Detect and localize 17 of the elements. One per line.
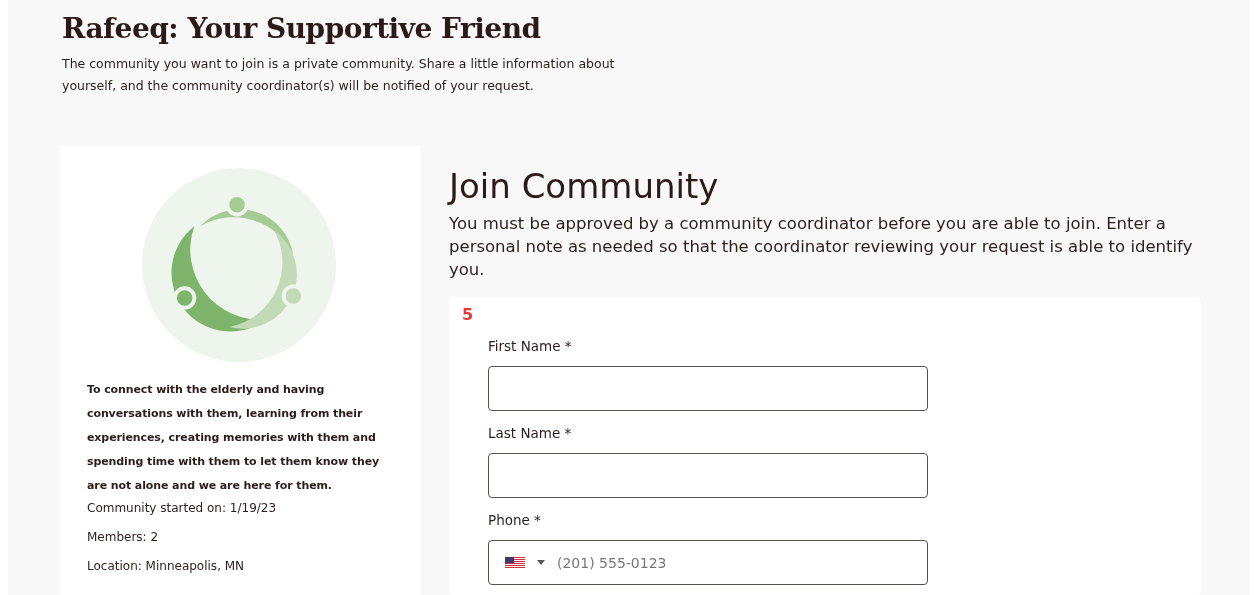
field-label: Phone *: [488, 512, 542, 528]
field-label: First Name *: [488, 338, 573, 354]
form-heading: Join Community: [449, 166, 720, 206]
community-description: To connect with the elderly and having conversations with them, learning from their experiences, creating memories with them and spending time with them to let them know they are not alone and we are here for them.: [87, 382, 381, 494]
phone-field[interactable]: (201) 555-0123: [488, 540, 928, 585]
community-detail: Community started on: 1/19/23: [87, 500, 278, 517]
people-circle-logo-icon: [142, 168, 336, 362]
community-detail: Members: 2: [87, 529, 160, 546]
approval-note: You must be approved by a community coordinator before you are able to join. Enter a personal note as needed so that the coordinator reviewing your request is able to identify you.: [449, 213, 1194, 281]
intro-text: The community you want to join is a private community. Share a little information about yourself, and the community coordinator(s) will be notified of your request.: [62, 55, 616, 95]
step-number: 5: [462, 305, 475, 324]
community-detail: Location: Minneapolis, MN: [87, 558, 246, 575]
input-field[interactable]: [488, 366, 928, 411]
input-field[interactable]: [488, 453, 928, 498]
page-title: Rafeeq: Your Supportive Friend: [62, 12, 542, 45]
caret-icon: [537, 560, 545, 565]
field-label: Last Name *: [488, 425, 573, 441]
